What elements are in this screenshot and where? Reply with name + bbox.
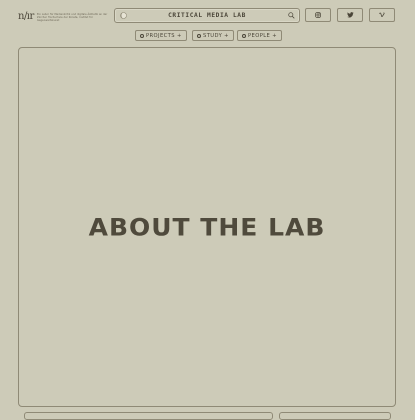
nav-study[interactable]: STUDY + (192, 30, 234, 41)
twitter-button[interactable] (337, 8, 363, 22)
vimeo-icon (379, 12, 385, 18)
nav-study-label: STUDY + (203, 32, 229, 39)
circle-icon (197, 33, 201, 38)
nav-people[interactable]: PEOPLE + (237, 30, 282, 41)
about-panel[interactable]: ABOUT THE LAB (18, 47, 396, 407)
nav-projects-label: PROJECTS + (146, 32, 182, 39)
circle-icon (242, 33, 246, 38)
theme-toggle-icon[interactable] (120, 12, 127, 19)
instagram-button[interactable] (305, 8, 331, 22)
instagram-icon (315, 12, 321, 18)
content-card-right[interactable] (279, 412, 391, 420)
nav-people-label: PEOPLE + (248, 32, 277, 39)
vimeo-button[interactable] (369, 8, 395, 22)
site-title-bar[interactable]: CRITICAL MEDIA LAB (114, 8, 300, 23)
twitter-icon (346, 12, 354, 18)
nav-projects[interactable]: PROJECTS + (135, 30, 187, 41)
circle-icon (140, 33, 144, 38)
site-title: CRITICAL MEDIA LAB (168, 12, 246, 19)
content-card-left[interactable] (24, 412, 273, 420)
about-heading: ABOUT THE LAB (88, 213, 326, 241)
site-logo[interactable]: n/ır (18, 11, 34, 22)
search-icon[interactable] (288, 12, 295, 19)
site-tagline: Ein Labor für Medienkritik und digitale … (37, 13, 108, 22)
